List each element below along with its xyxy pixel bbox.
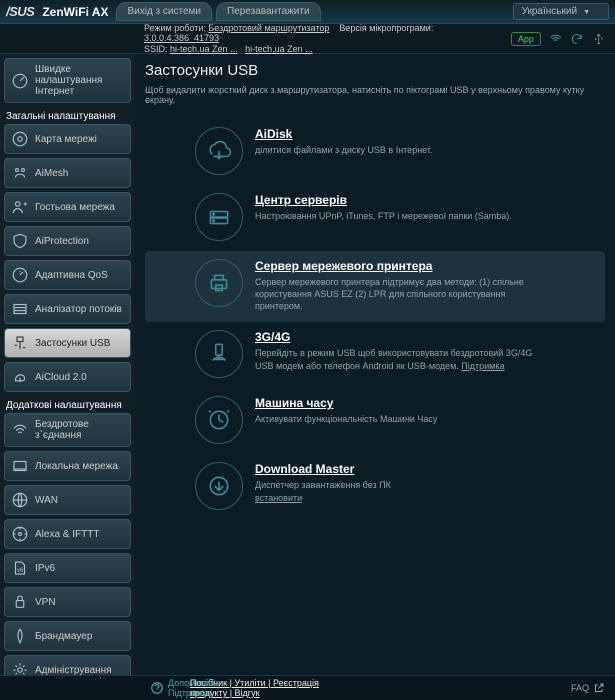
aicloud-icon [11, 368, 29, 386]
wifi-status-icon[interactable] [549, 32, 562, 46]
download-master-icon [195, 462, 243, 510]
app-row-server-center[interactable]: Центр серверів Настроювання UPnP, iTunes,… [145, 185, 605, 251]
sidebar-item-alexa-ifttt[interactable]: Alexa & IFTTT [4, 519, 131, 549]
quick-setup-button[interactable]: Швидке налаштування Інтернет [4, 58, 131, 103]
brand-logo: /SUS [6, 4, 34, 19]
aidisk-desc: ділитися файлами з диску USB в Інтернет. [255, 144, 433, 156]
server-center-icon [195, 193, 243, 241]
page-title: Застосунки USB [145, 62, 605, 79]
svg-text:v6: v6 [17, 568, 24, 574]
sidebar-item-guest-network[interactable]: Гостьова мережа [4, 192, 131, 222]
content-area: Застосунки USB Щоб видалити жорсткий дис… [135, 54, 615, 675]
app-row-aidisk[interactable]: AiDisk ділитися файлами з диску USB в Інт… [145, 119, 605, 185]
ipv6-icon: v6 [11, 559, 29, 577]
logout-button[interactable]: Вихід з системи [116, 2, 212, 21]
language-select[interactable]: Український [513, 3, 609, 20]
wan-icon [11, 491, 29, 509]
sidebar-item-wireless[interactable]: Бездротове з`єднання [4, 413, 131, 447]
top-bar: /SUS ZenWiFi AX Вихід з системи Перезава… [0, 0, 615, 24]
aiprotection-icon [11, 232, 29, 250]
server-center-desc: Настроювання UPnP, iTunes, FTP і мережев… [255, 210, 512, 222]
app-row-3g4g[interactable]: 3G/4G Перейдіть в режим USB щоб використо… [145, 322, 605, 388]
sidebar-item-adaptive-qos[interactable]: Адаптивна QoS [4, 260, 131, 290]
printer-server-desc: Сервер мережевого принтера підтримує два… [255, 276, 535, 312]
section-general: Загальні налаштування [4, 107, 131, 124]
time-machine-title[interactable]: Машина часу [255, 396, 437, 410]
ssid1-link[interactable]: hi-tech.ua Zen ... [170, 44, 238, 54]
server-center-title[interactable]: Центр серверів [255, 193, 512, 207]
printer-server-title[interactable]: Сервер мережевого принтера [255, 259, 535, 273]
network-map-icon [11, 130, 29, 148]
sidebar: Швидке налаштування Інтернет Загальні на… [0, 54, 135, 675]
sidebar-item-usb-apps[interactable]: Застосунки USB [4, 328, 131, 358]
refresh-icon[interactable] [570, 32, 583, 46]
download-master-link[interactable]: встановити [255, 493, 302, 503]
download-master-desc: Диспетчер завантаження без ПК [255, 479, 391, 491]
sidebar-item-ipv6[interactable]: v6IPv6 [4, 553, 131, 583]
sidebar-item-aiprotection[interactable]: AiProtection [4, 226, 131, 256]
time-machine-desc: Активувати функціональність Машини Часу [255, 413, 437, 425]
firewall-icon [11, 627, 29, 645]
gauge-icon [11, 72, 29, 90]
aimesh-icon [11, 164, 29, 182]
section-advanced: Додаткові налаштування [4, 396, 131, 413]
app-row-time-machine[interactable]: Машина часу Активувати функціональність М… [145, 388, 605, 454]
guest-network-icon [11, 198, 29, 216]
page-subtitle: Щоб видалити жорсткий диск з маршрутизат… [145, 85, 605, 105]
sidebar-item-aicloud[interactable]: AiCloud 2.0 [4, 362, 131, 392]
3g4g-icon [195, 330, 243, 378]
wireless-icon [11, 421, 29, 439]
help-icon [150, 681, 164, 695]
app-row-printer-server[interactable]: Сервер мережевого принтера Сервер мережев… [145, 251, 605, 322]
download-master-title[interactable]: Download Master [255, 462, 391, 476]
sidebar-item-lan[interactable]: Локальна мережа [4, 451, 131, 481]
aidisk-icon [195, 127, 243, 175]
3g4g-desc: Перейдіть в режим USB щоб використовуват… [255, 347, 535, 371]
administration-icon [11, 661, 29, 675]
traffic-analyzer-icon [11, 300, 29, 318]
sidebar-item-aimesh[interactable]: AiMesh [4, 158, 131, 188]
fw-link[interactable]: 3.0.0.4.386_41793 [144, 33, 219, 43]
mode-label: Режим роботи: [144, 23, 206, 33]
fw-label: Версія мікропрограми: [339, 23, 433, 33]
product-name: ZenWiFi AX [42, 5, 108, 19]
external-icon [593, 682, 605, 694]
ssid-label: SSID: [144, 44, 168, 54]
sidebar-item-wan[interactable]: WAN [4, 485, 131, 515]
lan-icon [11, 457, 29, 475]
app-row-download-master[interactable]: Download Master Диспетчер завантаження бе… [145, 454, 605, 520]
footer: Допомога & Підтримка Посібник | Утиліти … [0, 675, 615, 700]
usb-status-icon[interactable] [592, 32, 605, 46]
app-button[interactable]: App [511, 32, 541, 46]
alexa-ifttt-icon [11, 525, 29, 543]
time-machine-icon [195, 396, 243, 444]
3g4g-link[interactable]: Підтримка [461, 361, 504, 371]
adaptive-qos-icon [11, 266, 29, 284]
sidebar-item-vpn[interactable]: VPN [4, 587, 131, 617]
3g4g-title[interactable]: 3G/4G [255, 330, 535, 344]
usb-apps-icon [11, 334, 29, 352]
sidebar-item-traffic-analyzer[interactable]: Аналізатор потоків [4, 294, 131, 324]
mode-link[interactable]: Бездротовий маршрутизатор [208, 23, 329, 33]
sidebar-item-administration[interactable]: Адміністрування [4, 655, 131, 675]
faq-button[interactable]: FAQ [571, 682, 605, 694]
printer-server-icon [195, 259, 243, 307]
sidebar-item-firewall[interactable]: Брандмауер [4, 621, 131, 651]
vpn-icon [11, 593, 29, 611]
info-bar: Режим роботи: Бездротовий маршрутизатор … [0, 24, 615, 54]
aidisk-title[interactable]: AiDisk [255, 127, 433, 141]
sidebar-item-network-map[interactable]: Карта мережі [4, 124, 131, 154]
reboot-button[interactable]: Перезавантажити [216, 2, 321, 21]
ssid2-link[interactable]: hi-tech.ua Zen ... [245, 44, 313, 54]
help-support[interactable]: Допомога & Підтримка [150, 678, 217, 698]
